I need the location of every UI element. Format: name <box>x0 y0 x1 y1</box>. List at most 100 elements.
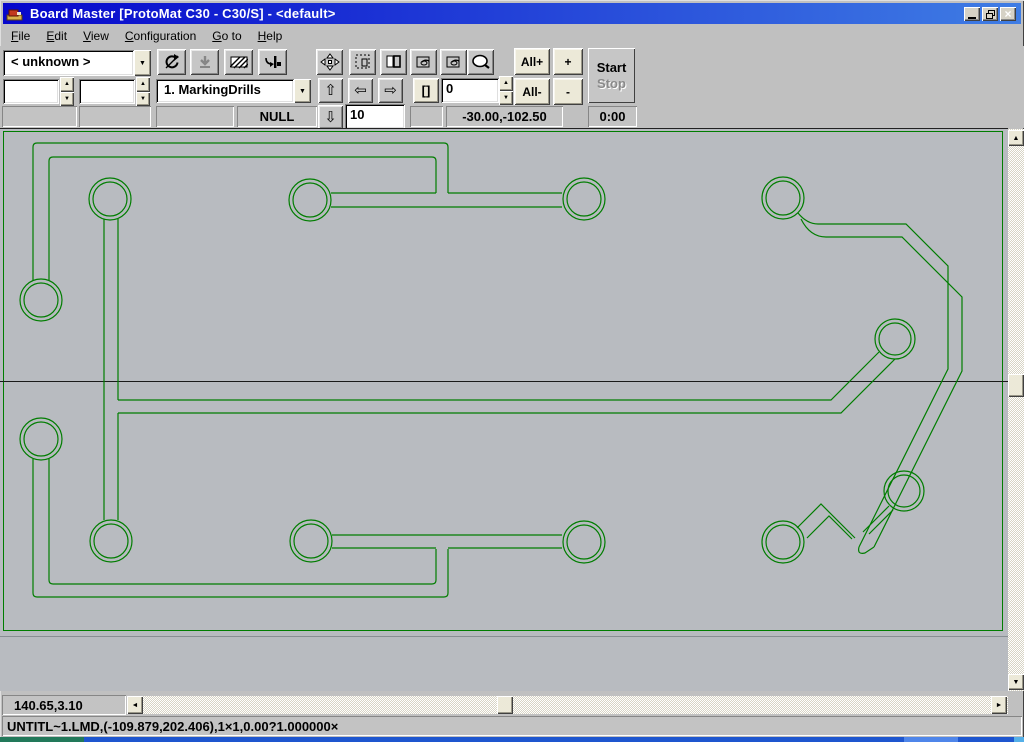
menu-view[interactable]: View <box>75 27 117 45</box>
send-data-button-disabled[interactable] <box>190 49 219 75</box>
status-cell-4 <box>410 106 443 127</box>
mirror-tool-button[interactable] <box>380 49 407 75</box>
minimize-button[interactable] <box>964 7 980 21</box>
plus-button[interactable]: + <box>553 48 583 75</box>
rubout-tool-button[interactable] <box>224 49 253 75</box>
vertical-scroll-thumb[interactable] <box>1008 374 1024 397</box>
menu-bar: File Edit View Configuration Go to Help <box>3 26 1021 46</box>
down-arrow-icon: ⇩ <box>324 110 337 125</box>
window-title: Board Master [ProtoMat C30 - C30/S] - <d… <box>30 6 336 21</box>
taskbar-edge-segment <box>0 737 84 742</box>
taskbar-edge-segment <box>958 737 1014 742</box>
duplicate2-tool-button[interactable] <box>440 49 467 75</box>
status-bar: UNTITL~1.LMD,(-109.879,202.406),1×1,0.00… <box>2 716 1022 736</box>
plotter-head-icon <box>264 54 282 70</box>
move-tool-button[interactable] <box>316 49 343 75</box>
scroll-down-button[interactable]: ▼ <box>1008 674 1024 690</box>
close-button[interactable]: × <box>1000 7 1016 21</box>
scroll-up-button[interactable]: ▲ <box>1008 130 1024 146</box>
bracket-select-button[interactable]: [] <box>413 78 439 103</box>
page-turn2-icon <box>445 54 463 70</box>
tool-status-cell: NULL <box>237 106 317 127</box>
taskbar-edge-segment <box>904 737 958 742</box>
pcb-drawing <box>0 129 1008 691</box>
hatch-icon <box>230 55 248 69</box>
app-icon <box>6 7 24 21</box>
close-icon: × <box>1004 9 1011 19</box>
minus-button[interactable]: - <box>553 78 583 105</box>
phase-combobox[interactable]: < unknown > ▼ <box>3 50 151 76</box>
y-coordinate-field[interactable] <box>79 79 135 104</box>
board-master-window: { "window": { "title": "Board Master [Pr… <box>0 0 1024 742</box>
spin-up-icon[interactable]: ▲ <box>499 76 513 91</box>
title-bar[interactable]: Board Master [ProtoMat C30 - C30/S] - <d… <box>3 3 1021 24</box>
taskbar-edge-segment <box>1014 737 1024 742</box>
count-field[interactable]: 0 <box>441 78 499 103</box>
status-cell-2 <box>79 106 151 127</box>
up-arrow-icon: ⇧ <box>324 83 337 98</box>
tool-down-button[interactable] <box>258 49 287 75</box>
x-spinner[interactable]: ▲ ▼ <box>60 77 74 106</box>
spin-up-icon[interactable]: ▲ <box>136 77 150 92</box>
zoom-tool-button[interactable] <box>467 49 494 75</box>
move-down-button[interactable]: ⇩ <box>318 105 343 129</box>
move-right-button[interactable]: ⇨ <box>378 78 403 103</box>
scroll-left-icon: ◄ <box>132 702 139 709</box>
all-plus-button[interactable]: All+ <box>514 48 550 75</box>
menu-file[interactable]: File <box>3 27 38 45</box>
file-status-text: UNTITL~1.LMD,(-109.879,202.406),1×1,0.00… <box>7 719 338 734</box>
selection-rect-icon <box>354 53 372 71</box>
restore-button[interactable] <box>982 7 998 21</box>
download-icon <box>197 54 213 70</box>
vertical-scrollbar[interactable]: ▲ ▼ <box>1008 129 1024 691</box>
move-icon <box>320 53 340 71</box>
move-up-button[interactable]: ⇧ <box>318 78 343 103</box>
stop-label: Stop <box>597 76 626 92</box>
rotate-icon <box>163 53 181 71</box>
horizontal-scroll-thumb[interactable] <box>497 696 513 714</box>
pcb-workspace[interactable] <box>0 128 1008 691</box>
chevron-down-icon[interactable]: ▼ <box>294 79 311 103</box>
menu-goto[interactable]: Go to <box>204 27 249 45</box>
count-spinner[interactable]: ▲ ▼ <box>499 76 513 105</box>
restore-icon <box>986 10 995 18</box>
scroll-right-icon: ► <box>996 702 1003 709</box>
scroll-right-button[interactable]: ► <box>991 696 1007 714</box>
head-position-cell: -30.00,-102.50 <box>446 106 563 127</box>
mirror-panes-icon <box>385 54 403 70</box>
phase-combobox-value: < unknown > <box>3 50 134 76</box>
rotate-tool-button[interactable] <box>157 49 186 75</box>
scroll-down-icon: ▼ <box>1013 679 1020 686</box>
production-phase-combobox[interactable]: 1. MarkingDrills ▼ <box>156 79 311 103</box>
scroll-up-icon: ▲ <box>1013 135 1020 142</box>
spin-up-icon[interactable]: ▲ <box>60 77 74 92</box>
duplicate-tool-button[interactable] <box>410 49 437 75</box>
step-field[interactable]: 10 <box>345 104 405 129</box>
page-turn-icon <box>415 54 433 70</box>
menu-edit[interactable]: Edit <box>38 27 75 45</box>
menu-configuration[interactable]: Configuration <box>117 27 204 45</box>
select-area-button[interactable] <box>349 49 376 75</box>
spin-down-icon[interactable]: ▼ <box>136 92 150 107</box>
x-coordinate-field[interactable] <box>3 79 59 104</box>
cursor-position-cell: 140.65,3.10 <box>2 695 126 715</box>
scroll-left-button[interactable]: ◄ <box>127 696 143 714</box>
elapsed-time-cell: 0:00 <box>588 106 637 127</box>
horizontal-scrollbar[interactable]: ◄ ► <box>127 696 1008 714</box>
right-arrow-icon: ⇨ <box>384 83 397 98</box>
start-label: Start <box>597 60 627 76</box>
move-left-button[interactable]: ⇦ <box>348 78 373 103</box>
chevron-down-icon[interactable]: ▼ <box>134 50 151 76</box>
left-arrow-icon: ⇦ <box>354 83 367 98</box>
status-cell-3 <box>156 106 234 127</box>
spin-down-icon[interactable]: ▼ <box>60 92 74 107</box>
all-minus-button[interactable]: All- <box>514 78 550 105</box>
y-spinner[interactable]: ▲ ▼ <box>136 77 150 106</box>
spin-down-icon[interactable]: ▼ <box>499 91 513 106</box>
production-phase-value: 1. MarkingDrills <box>156 79 294 103</box>
toolbar: < unknown > ▼ <box>0 46 1024 128</box>
start-stop-button[interactable]: Start Stop <box>588 48 635 103</box>
taskbar-edge-segment <box>84 737 904 742</box>
menu-help[interactable]: Help <box>250 27 291 45</box>
status-cell-1 <box>2 106 77 127</box>
